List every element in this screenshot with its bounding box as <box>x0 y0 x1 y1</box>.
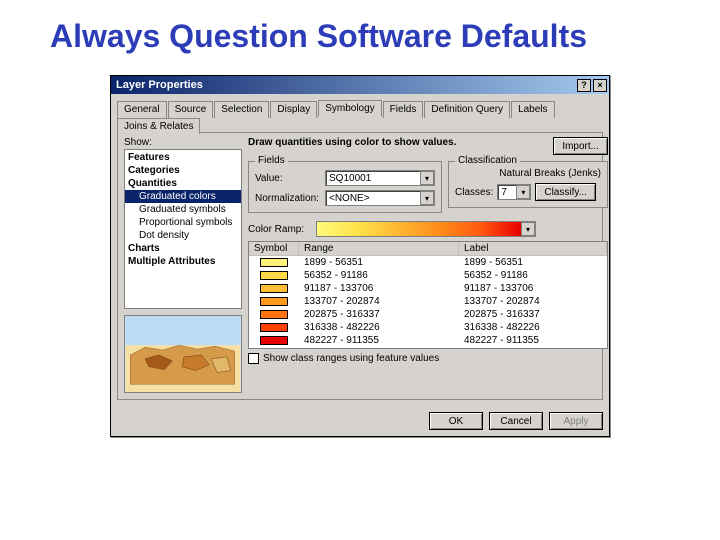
chevron-down-icon[interactable]: ▾ <box>521 222 535 236</box>
show-item[interactable]: Graduated symbols <box>125 203 241 216</box>
class-range: 202875 - 316337 <box>299 309 459 320</box>
chevron-down-icon[interactable]: ▾ <box>420 171 434 185</box>
value-combo-text: SQ10001 <box>326 173 420 184</box>
class-row[interactable]: 91187 - 13370691187 - 133706 <box>249 282 607 295</box>
color-ramp-combo[interactable]: ▾ <box>316 221 536 237</box>
chevron-down-icon[interactable]: ▾ <box>516 185 530 199</box>
class-row[interactable]: 202875 - 316337202875 - 316337 <box>249 308 607 321</box>
class-label: 91187 - 133706 <box>459 283 607 294</box>
show-item[interactable]: Charts <box>125 242 241 255</box>
class-label: 316338 - 482226 <box>459 322 607 333</box>
panel-description: Draw quantities using color to show valu… <box>248 137 553 148</box>
show-item[interactable]: Graduated colors <box>125 190 241 203</box>
tab-source[interactable]: Source <box>168 101 214 118</box>
class-row[interactable]: 1899 - 563511899 - 56351 <box>249 256 607 269</box>
fields-legend: Fields <box>255 155 288 166</box>
class-swatch <box>260 284 288 293</box>
class-swatch <box>260 323 288 332</box>
class-range: 91187 - 133706 <box>299 283 459 294</box>
tab-general[interactable]: General <box>117 101 167 118</box>
class-range: 316338 - 482226 <box>299 322 459 333</box>
normalization-label: Normalization: <box>255 193 325 204</box>
col-label[interactable]: Label <box>459 242 607 255</box>
class-swatch <box>260 258 288 267</box>
class-row[interactable]: 316338 - 482226316338 - 482226 <box>249 321 607 334</box>
help-button[interactable]: ? <box>577 79 591 92</box>
tab-display[interactable]: Display <box>270 101 317 118</box>
class-range: 133707 - 202874 <box>299 296 459 307</box>
left-column: Show: FeaturesCategoriesQuantitiesGradua… <box>124 137 242 393</box>
value-combo[interactable]: SQ10001 ▾ <box>325 170 435 186</box>
class-swatch <box>260 297 288 306</box>
slide-title: Always Question Software Defaults <box>0 0 720 61</box>
show-item[interactable]: Proportional symbols <box>125 216 241 229</box>
show-item[interactable]: Multiple Attributes <box>125 255 241 268</box>
class-row[interactable]: 56352 - 9118656352 - 91186 <box>249 269 607 282</box>
tab-panel-symbology: Show: FeaturesCategoriesQuantitiesGradua… <box>117 132 603 400</box>
tab-selection[interactable]: Selection <box>214 101 269 118</box>
col-range[interactable]: Range <box>299 242 459 255</box>
right-column: Draw quantities using color to show valu… <box>248 137 608 364</box>
class-range: 1899 - 56351 <box>299 257 459 268</box>
class-row[interactable]: 482227 - 911355482227 - 911355 <box>249 334 607 347</box>
dialog-footer: OK Cancel Apply <box>111 406 609 436</box>
normalization-combo[interactable]: <NONE> ▾ <box>325 190 435 206</box>
tab-strip: GeneralSourceSelectionDisplaySymbologyFi… <box>117 100 603 133</box>
class-swatch <box>260 271 288 280</box>
classify-button[interactable]: Classify... <box>535 183 596 201</box>
window-title: Layer Properties <box>116 79 203 91</box>
class-list[interactable]: Symbol Range Label 1899 - 563511899 - 56… <box>248 241 608 349</box>
fields-group: Fields Value: SQ10001 ▾ Normalization: <box>248 161 442 213</box>
show-list[interactable]: FeaturesCategoriesQuantitiesGraduated co… <box>124 149 242 309</box>
class-range: 482227 - 911355 <box>299 335 459 346</box>
import-button[interactable]: Import... <box>553 137 608 155</box>
normalization-combo-text: <NONE> <box>326 193 420 204</box>
close-button[interactable]: × <box>593 79 607 92</box>
class-label: 133707 - 202874 <box>459 296 607 307</box>
show-label: Show: <box>124 137 242 148</box>
class-range: 56352 - 91186 <box>299 270 459 281</box>
show-item[interactable]: Categories <box>125 164 241 177</box>
classification-group: Classification Natural Breaks (Jenks) Cl… <box>448 161 608 208</box>
apply-button: Apply <box>549 412 603 430</box>
tab-labels[interactable]: Labels <box>511 101 554 118</box>
dialog-window: Layer Properties ? × GeneralSourceSelect… <box>110 75 610 437</box>
cancel-button[interactable]: Cancel <box>489 412 543 430</box>
class-swatch <box>260 336 288 345</box>
classification-legend: Classification <box>455 155 520 166</box>
show-ranges-checkbox[interactable]: Show class ranges using feature values <box>248 353 608 364</box>
tab-definition-query[interactable]: Definition Query <box>424 101 510 118</box>
class-label: 482227 - 911355 <box>459 335 607 346</box>
class-label: 202875 - 316337 <box>459 309 607 320</box>
titlebar[interactable]: Layer Properties ? × <box>111 76 609 94</box>
classes-combo[interactable]: 7 ▾ <box>497 184 531 200</box>
col-symbol[interactable]: Symbol <box>249 242 299 255</box>
classification-method: Natural Breaks (Jenks) <box>455 168 601 179</box>
tab-fields[interactable]: Fields <box>383 101 424 118</box>
show-item[interactable]: Dot density <box>125 229 241 242</box>
checkbox-icon[interactable] <box>248 353 259 364</box>
map-preview <box>124 315 242 393</box>
classes-value: 7 <box>498 187 516 198</box>
color-ramp-swatch <box>317 222 521 236</box>
color-ramp-label: Color Ramp: <box>248 224 310 235</box>
tab-joins-relates[interactable]: Joins & Relates <box>117 118 200 134</box>
class-row[interactable]: 133707 - 202874133707 - 202874 <box>249 295 607 308</box>
show-ranges-label: Show class ranges using feature values <box>263 353 439 364</box>
ok-button[interactable]: OK <box>429 412 483 430</box>
class-swatch <box>260 310 288 319</box>
value-label: Value: <box>255 173 325 184</box>
class-label: 1899 - 56351 <box>459 257 607 268</box>
show-item[interactable]: Features <box>125 151 241 164</box>
tab-symbology[interactable]: Symbology <box>318 100 381 117</box>
class-label: 56352 - 91186 <box>459 270 607 281</box>
classes-label: Classes: <box>455 187 493 198</box>
chevron-down-icon[interactable]: ▾ <box>420 191 434 205</box>
show-item[interactable]: Quantities <box>125 177 241 190</box>
